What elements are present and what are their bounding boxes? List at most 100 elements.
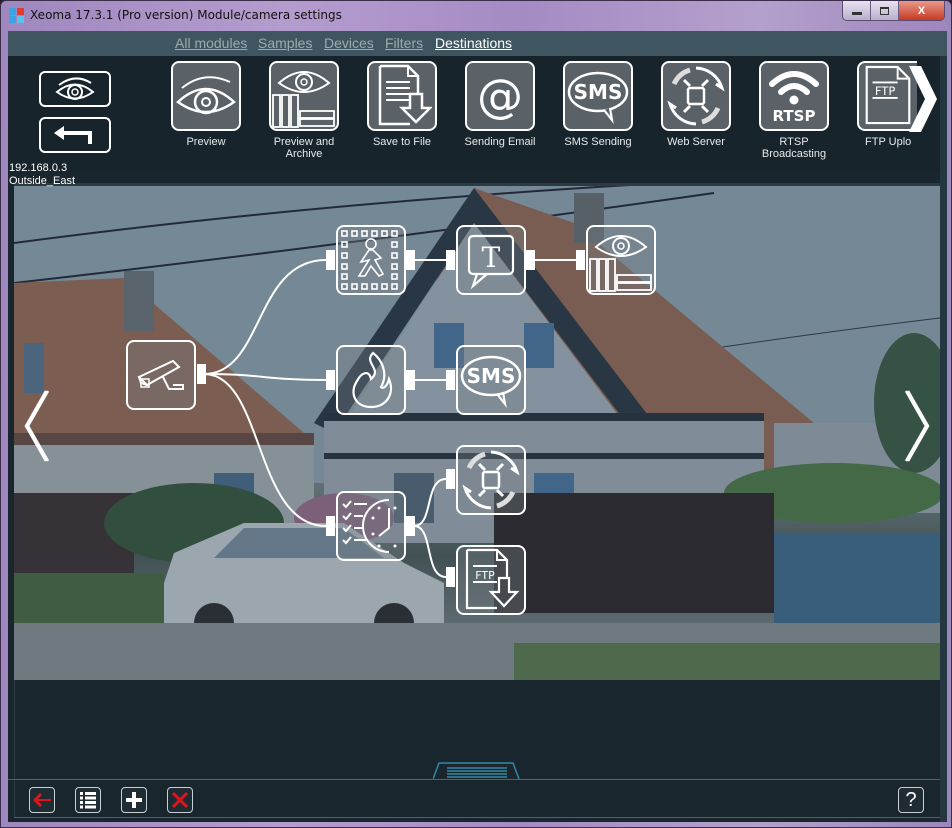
input-port[interactable] xyxy=(326,516,335,536)
add-module-button[interactable] xyxy=(121,787,147,813)
client-area: All modules Samples Devices Filters Dest… xyxy=(8,31,947,822)
module-label: Preview and Archive xyxy=(273,136,335,160)
maximize-icon xyxy=(880,6,889,15)
list-icon xyxy=(80,792,96,809)
input-port[interactable] xyxy=(446,567,455,587)
module-label: Save to File xyxy=(372,136,432,148)
svg-text:FTP: FTP xyxy=(475,569,495,582)
connection-camera-scheduler xyxy=(203,373,327,527)
maximize-button[interactable] xyxy=(871,1,899,20)
camera-icon xyxy=(137,359,184,390)
chain-node-sms-sending[interactable]: SMS xyxy=(456,345,526,415)
tab-all-modules[interactable]: All modules xyxy=(175,35,247,51)
window-controls: X xyxy=(842,1,945,21)
eye-icon xyxy=(176,76,236,115)
plus-icon xyxy=(126,792,142,808)
view-mode-button[interactable] xyxy=(39,71,111,107)
save-file-icon xyxy=(378,64,432,126)
output-port[interactable] xyxy=(526,250,535,270)
camera-preview: T SMS FTP xyxy=(14,183,940,680)
minimize-icon xyxy=(851,11,862,15)
red-x-icon xyxy=(171,791,189,809)
svg-text:SMS: SMS xyxy=(574,80,623,104)
module-label: Preview xyxy=(186,136,226,148)
tab-devices[interactable]: Devices xyxy=(324,35,374,51)
connection-camera-motion xyxy=(203,259,327,375)
at-sign-icon: @ xyxy=(477,69,523,123)
previous-camera-button[interactable] xyxy=(22,389,52,463)
svg-text:SMS: SMS xyxy=(467,364,516,388)
output-port[interactable] xyxy=(406,370,415,390)
back-button[interactable] xyxy=(29,787,55,813)
module-label: SMS Sending xyxy=(564,136,632,148)
module-sending-email[interactable]: @ Sending Email xyxy=(455,61,545,148)
app-window: Xeoma 17.3.1 (Pro version) Module/camera… xyxy=(0,0,952,828)
chain-node-ftp-upload[interactable]: FTP xyxy=(456,545,526,615)
input-port[interactable] xyxy=(446,250,455,270)
text-marking-icon: T xyxy=(467,234,515,290)
input-port[interactable] xyxy=(446,469,455,489)
module-web-server[interactable]: Web Server xyxy=(651,61,741,148)
back-to-cameras-button[interactable] xyxy=(39,117,111,153)
camera-name: Outside_East xyxy=(9,175,76,187)
output-port[interactable] xyxy=(406,250,415,270)
sms-bubble-icon: SMS xyxy=(460,355,522,408)
toolbar-scroll-right-button[interactable] xyxy=(907,64,939,134)
help-button[interactable]: ? xyxy=(898,787,924,813)
next-camera-button[interactable] xyxy=(902,389,932,463)
input-port[interactable] xyxy=(326,250,335,270)
module-preview-and-archive[interactable]: Preview and Archive xyxy=(259,61,349,160)
list-modules-button[interactable] xyxy=(75,787,101,813)
module-label: Web Server xyxy=(667,136,725,148)
module-sms-sending[interactable]: SMS SMS Sending xyxy=(553,61,643,148)
input-port[interactable] xyxy=(326,370,335,390)
sms-bubble-icon: SMS xyxy=(567,71,629,124)
module-save-to-file[interactable]: Save to File xyxy=(357,61,447,148)
eye-icon xyxy=(55,77,95,100)
module-toolbar: Preview Preview and Archive Save to File… xyxy=(8,56,940,171)
right-border xyxy=(940,56,947,822)
module-label: FTP Uplo xyxy=(865,136,912,148)
input-port[interactable] xyxy=(446,370,455,390)
chain-node-text-marking[interactable]: T xyxy=(456,225,526,295)
tab-destinations[interactable]: Destinations xyxy=(435,35,512,51)
red-left-arrow-icon xyxy=(33,793,51,807)
svg-text:T: T xyxy=(482,241,501,274)
scheduler-icon xyxy=(342,499,397,553)
module-label: Sending Email xyxy=(464,136,536,148)
module-preview[interactable]: Preview xyxy=(161,61,251,148)
web-server-icon xyxy=(667,66,725,126)
tab-filters[interactable]: Filters xyxy=(385,35,423,51)
return-arrow-icon xyxy=(54,126,92,144)
xeoma-logo-icon xyxy=(9,8,25,24)
chain-node-scheduler[interactable] xyxy=(336,491,406,561)
title-bar[interactable]: Xeoma 17.3.1 (Pro version) Module/camera… xyxy=(1,1,951,31)
chain-node-preview-archive[interactable] xyxy=(586,225,656,295)
close-button[interactable]: X xyxy=(899,1,944,20)
chain-node-fire-detector[interactable] xyxy=(336,345,406,415)
chain-node-motion-detector[interactable] xyxy=(336,225,406,295)
delete-module-button[interactable] xyxy=(167,787,193,813)
web-server-icon xyxy=(462,450,520,510)
tab-samples[interactable]: Samples xyxy=(258,35,312,51)
svg-text:FTP: FTP xyxy=(875,84,896,98)
question-mark-icon: ? xyxy=(905,788,917,811)
rtsp-icon: RTSP xyxy=(769,71,819,125)
double-chevron-right-icon xyxy=(904,390,930,462)
output-port[interactable] xyxy=(197,364,206,384)
eye-archive-icon xyxy=(589,235,652,292)
camera-info: 192.168.0.3 Outside_East xyxy=(9,162,75,188)
double-chevron-left-icon xyxy=(24,390,50,462)
minimize-button[interactable] xyxy=(843,1,871,20)
input-port[interactable] xyxy=(576,250,585,270)
window-title: Xeoma 17.3.1 (Pro version) Module/camera… xyxy=(30,8,342,22)
fire-icon xyxy=(352,351,393,409)
panel-resize-handle[interactable] xyxy=(433,762,521,780)
bottom-panel: ? xyxy=(8,680,940,822)
module-rtsp-broadcasting[interactable]: RTSP RTSP Broadcasting xyxy=(749,61,839,160)
output-port[interactable] xyxy=(406,516,415,536)
chain-node-web-server[interactable] xyxy=(456,445,526,515)
camera-ip: 192.168.0.3 xyxy=(9,162,68,174)
chain-node-camera[interactable] xyxy=(126,340,196,410)
close-icon: X xyxy=(917,4,926,17)
